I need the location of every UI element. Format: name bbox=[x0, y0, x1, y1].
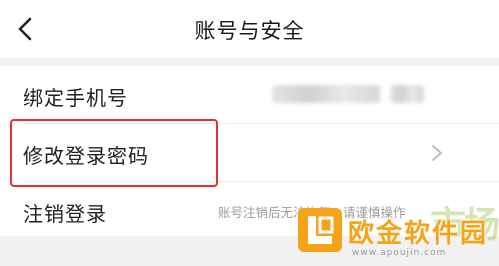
blurred-phone-number bbox=[272, 85, 380, 103]
page-title: 账号与安全 bbox=[194, 19, 305, 43]
highlight-box bbox=[10, 119, 218, 187]
watermark-url: www.apoujin.com bbox=[352, 248, 447, 258]
blurred-phone-number-tail bbox=[390, 85, 424, 103]
bind-phone-row[interactable]: 绑定手机号 bbox=[0, 66, 499, 123]
nav-bar: 账号与安全 bbox=[0, 0, 499, 58]
bind-phone-label: 绑定手机号 bbox=[23, 86, 128, 110]
logout-label: 注销登录 bbox=[23, 202, 107, 226]
watermark-logo-icon bbox=[298, 208, 342, 252]
watermark-text: 欧金软件园 bbox=[348, 219, 489, 249]
chevron-right-icon bbox=[432, 145, 442, 161]
